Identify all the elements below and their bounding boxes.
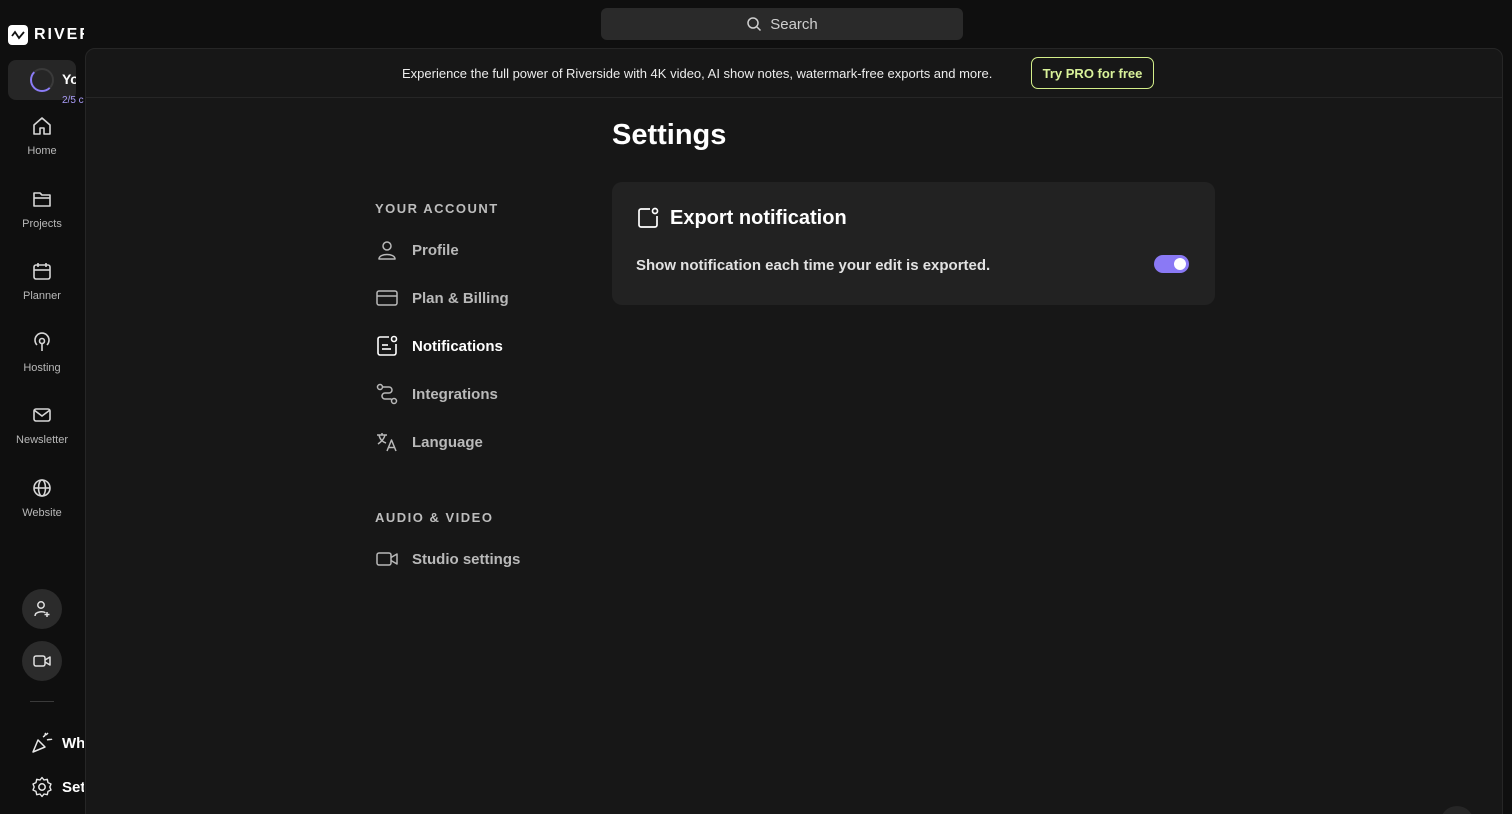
folder-icon	[33, 192, 51, 207]
settings-item-label: Studio settings	[412, 550, 521, 568]
progress-ring-icon	[30, 68, 54, 92]
sidebar-item-projects[interactable]: Projects	[0, 188, 84, 248]
sidebar-item-label: Newsletter	[16, 434, 68, 446]
sidebar-item-website[interactable]: Website	[0, 477, 84, 537]
credit-card-icon	[376, 290, 398, 306]
card-description: Show notification each time your edit is…	[636, 257, 991, 274]
main-panel: Experience the full power of Riverside w…	[85, 48, 1503, 814]
sidebar-item-label: Projects	[22, 218, 62, 230]
settings-item-language[interactable]: Language	[375, 429, 483, 455]
settings-label: Settings	[62, 778, 84, 796]
sidebar-item-label: Hosting	[23, 362, 61, 374]
settings-item-plan-billing[interactable]: Plan & Billing	[375, 285, 509, 311]
settings-item-integrations[interactable]: Integrations	[375, 381, 498, 407]
whats-new-label: What's new	[62, 734, 84, 752]
page-title: Settings	[612, 119, 727, 151]
search-icon	[747, 17, 762, 32]
settings-item-label: Notifications	[412, 337, 503, 355]
integrations-icon	[376, 383, 398, 405]
settings-item[interactable]: Settings	[30, 775, 84, 799]
gear-icon	[32, 776, 52, 798]
search-placeholder: Search	[770, 15, 818, 33]
search-bar[interactable]: Search	[601, 8, 963, 40]
home-icon	[33, 117, 51, 135]
settings-item-studio-settings[interactable]: Studio settings	[375, 546, 520, 572]
translate-icon	[377, 433, 397, 452]
sidebar-item-planner[interactable]: Planner	[0, 260, 84, 320]
card-title: Export notification	[670, 206, 847, 229]
video-camera-icon	[33, 655, 51, 667]
sidebar-item-hosting[interactable]: Hosting	[0, 332, 84, 392]
settings-item-label: Plan & Billing	[412, 289, 509, 307]
video-camera-icon	[376, 552, 398, 566]
podcast-icon	[34, 332, 50, 351]
credits-count: 2/5 credits	[62, 95, 84, 106]
user-icon	[378, 241, 396, 260]
add-user-icon	[34, 601, 50, 617]
record-button[interactable]	[22, 641, 62, 681]
sidebar-item-home[interactable]: Home	[0, 115, 84, 175]
party-icon	[32, 732, 53, 753]
logo-text: RIVERSIDE	[34, 26, 84, 43]
globe-icon	[33, 479, 51, 497]
card-header: Export notification	[636, 206, 847, 230]
notification-icon	[638, 207, 659, 228]
app-root: RIVERSIDE Search Your studio 2/5 credits…	[0, 0, 1512, 814]
sidebar: Your studio 2/5 credits Home Projects Pl…	[0, 48, 84, 814]
section-title-account: YOUR ACCOUNT	[375, 201, 499, 216]
settings-item-label: Profile	[412, 241, 459, 259]
invite-user-button[interactable]	[22, 589, 62, 629]
top-bar: RIVERSIDE Search	[0, 0, 1512, 48]
settings-item-label: Language	[412, 433, 483, 451]
upgrade-banner: Experience the full power of Riverside w…	[86, 49, 1502, 98]
settings-item-label: Integrations	[412, 385, 498, 403]
export-notification-toggle[interactable]	[1154, 255, 1189, 273]
riverside-logo[interactable]: RIVERSIDE	[8, 25, 84, 45]
whats-new-item[interactable]: What's new	[30, 731, 84, 755]
studio-chip-label: Your studio	[62, 71, 76, 87]
sidebar-item-label: Planner	[23, 290, 61, 302]
sidebar-item-label: Home	[27, 145, 57, 157]
mail-icon	[33, 408, 51, 422]
banner-text: Experience the full power of Riverside w…	[402, 66, 993, 81]
section-title-audio-video: AUDIO & VIDEO	[375, 510, 494, 525]
export-notification-card: Export notification Show notification ea…	[612, 182, 1215, 305]
notification-icon	[377, 335, 398, 356]
try-pro-button[interactable]: Try PRO for free	[1031, 57, 1154, 89]
sidebar-item-newsletter[interactable]: Newsletter	[0, 404, 84, 464]
settings-item-notifications[interactable]: Notifications	[375, 333, 503, 359]
calendar-icon	[33, 263, 51, 280]
settings-item-profile[interactable]: Profile	[375, 237, 459, 263]
toggle-knob	[1174, 258, 1186, 270]
sidebar-divider	[30, 701, 54, 702]
studio-chip[interactable]: Your studio	[8, 60, 76, 100]
logo-mark-icon	[8, 25, 28, 45]
sidebar-item-label: Website	[22, 507, 62, 519]
